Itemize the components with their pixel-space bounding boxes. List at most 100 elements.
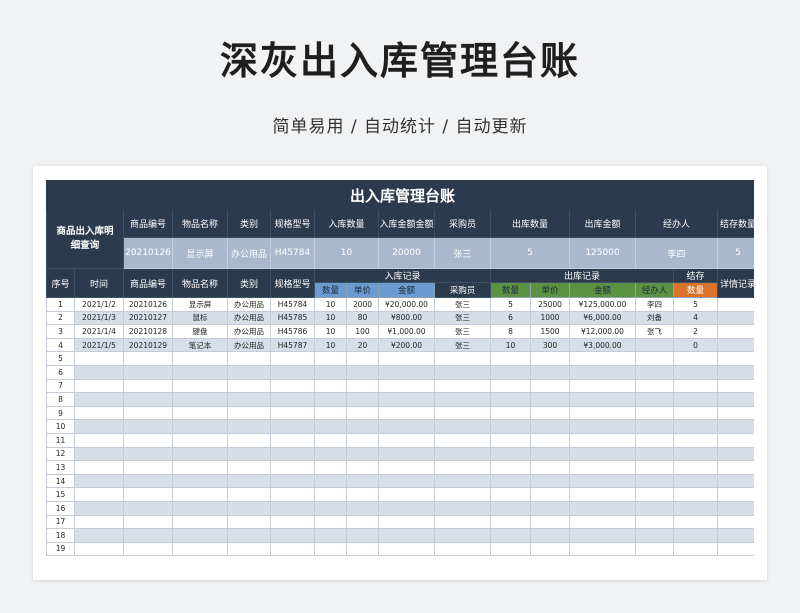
table-cell[interactable]	[123, 487, 173, 502]
table-cell[interactable]: 20210126	[123, 297, 173, 312]
table-cell[interactable]: ¥800.00	[378, 310, 435, 326]
table-cell[interactable]: 张三	[434, 310, 491, 326]
table-cell[interactable]	[227, 487, 271, 502]
table-cell[interactable]	[569, 500, 636, 516]
table-cell[interactable]	[74, 392, 124, 407]
row-index-cell[interactable]: 7	[46, 378, 75, 394]
table-cell[interactable]	[74, 419, 124, 434]
query-value-cell[interactable]: 办公用品	[227, 237, 271, 269]
table-cell[interactable]	[635, 405, 674, 421]
table-cell[interactable]	[314, 487, 347, 502]
table-cell[interactable]: 张三	[434, 324, 491, 339]
table-cell[interactable]: ¥200.00	[378, 337, 435, 353]
table-cell[interactable]	[716, 419, 754, 434]
table-cell[interactable]	[227, 514, 271, 530]
table-cell[interactable]	[314, 541, 347, 557]
table-cell[interactable]	[314, 364, 347, 380]
query-value-cell[interactable]: 20000	[378, 237, 435, 269]
table-cell[interactable]: 笔记本	[172, 337, 228, 353]
table-cell[interactable]	[716, 460, 754, 475]
table-cell[interactable]	[346, 392, 379, 407]
table-cell[interactable]	[635, 378, 674, 394]
row-index-cell[interactable]: 17	[46, 514, 75, 530]
table-cell[interactable]	[227, 432, 271, 448]
table-cell[interactable]	[569, 364, 636, 380]
table-cell[interactable]	[635, 446, 674, 462]
table-cell[interactable]	[74, 378, 124, 394]
table-cell[interactable]	[346, 460, 379, 475]
table-cell[interactable]	[378, 528, 435, 543]
table-cell[interactable]	[270, 473, 315, 489]
table-cell[interactable]	[490, 351, 531, 366]
table-cell[interactable]	[673, 364, 718, 380]
table-cell[interactable]	[490, 364, 531, 380]
table-cell[interactable]	[227, 500, 271, 516]
table-cell[interactable]	[227, 541, 271, 557]
table-cell[interactable]: 2021/1/4	[74, 324, 124, 339]
table-cell[interactable]: 2021/1/5	[74, 337, 124, 353]
table-cell[interactable]: ¥125,000.00	[569, 297, 636, 312]
table-cell[interactable]	[74, 405, 124, 421]
table-cell[interactable]	[227, 473, 271, 489]
table-cell[interactable]	[490, 473, 531, 489]
query-value-cell[interactable]: 李四	[635, 237, 718, 269]
table-cell[interactable]	[716, 446, 754, 462]
table-cell[interactable]	[74, 364, 124, 380]
table-cell[interactable]	[569, 460, 636, 475]
table-cell[interactable]	[172, 514, 228, 530]
table-cell[interactable]	[123, 541, 173, 557]
table-cell[interactable]: ¥6,000.00	[569, 310, 636, 326]
table-cell[interactable]: 20210129	[123, 337, 173, 353]
table-cell[interactable]	[673, 528, 718, 543]
table-cell[interactable]	[635, 364, 674, 380]
table-cell[interactable]	[346, 378, 379, 394]
table-cell[interactable]	[716, 487, 754, 502]
table-cell[interactable]: 80	[346, 310, 379, 326]
table-cell[interactable]	[314, 460, 347, 475]
table-cell[interactable]: 10	[314, 310, 347, 326]
table-cell[interactable]: H45786	[270, 324, 315, 339]
table-cell[interactable]: 10	[314, 324, 347, 339]
table-cell[interactable]	[635, 541, 674, 557]
table-cell[interactable]: 2021/1/3	[74, 310, 124, 326]
table-cell[interactable]	[635, 351, 674, 366]
table-cell[interactable]: H45785	[270, 310, 315, 326]
table-cell[interactable]	[172, 473, 228, 489]
table-cell[interactable]	[490, 514, 531, 530]
table-cell[interactable]	[673, 405, 718, 421]
table-cell[interactable]	[74, 528, 124, 543]
table-cell[interactable]	[673, 541, 718, 557]
table-cell[interactable]: 张三	[434, 297, 491, 312]
query-value-cell[interactable]: H45784	[270, 237, 315, 269]
table-cell[interactable]	[635, 392, 674, 407]
table-cell[interactable]: 5	[490, 297, 531, 312]
table-cell[interactable]: 10	[314, 337, 347, 353]
table-cell[interactable]	[434, 446, 491, 462]
table-cell[interactable]	[569, 446, 636, 462]
table-cell[interactable]	[673, 432, 718, 448]
table-cell[interactable]	[346, 500, 379, 516]
table-cell[interactable]	[569, 514, 636, 530]
table-cell[interactable]	[346, 432, 379, 448]
table-cell[interactable]	[490, 419, 531, 434]
table-cell[interactable]	[673, 460, 718, 475]
table-cell[interactable]	[270, 460, 315, 475]
table-cell[interactable]	[74, 432, 124, 448]
table-cell[interactable]	[314, 378, 347, 394]
table-cell[interactable]	[673, 500, 718, 516]
table-cell[interactable]: 20210128	[123, 324, 173, 339]
table-cell[interactable]	[490, 378, 531, 394]
table-cell[interactable]: 李四	[635, 297, 674, 312]
query-value-cell[interactable]: 5	[490, 237, 570, 269]
row-index-cell[interactable]: 8	[46, 392, 75, 407]
table-cell[interactable]	[716, 364, 754, 380]
table-cell[interactable]	[172, 405, 228, 421]
table-cell[interactable]	[346, 364, 379, 380]
table-cell[interactable]	[434, 514, 491, 530]
table-cell[interactable]	[716, 405, 754, 421]
table-cell[interactable]	[530, 405, 570, 421]
table-cell[interactable]	[270, 419, 315, 434]
table-cell[interactable]: 2	[673, 324, 718, 339]
table-cell[interactable]	[227, 405, 271, 421]
table-cell[interactable]	[673, 487, 718, 502]
